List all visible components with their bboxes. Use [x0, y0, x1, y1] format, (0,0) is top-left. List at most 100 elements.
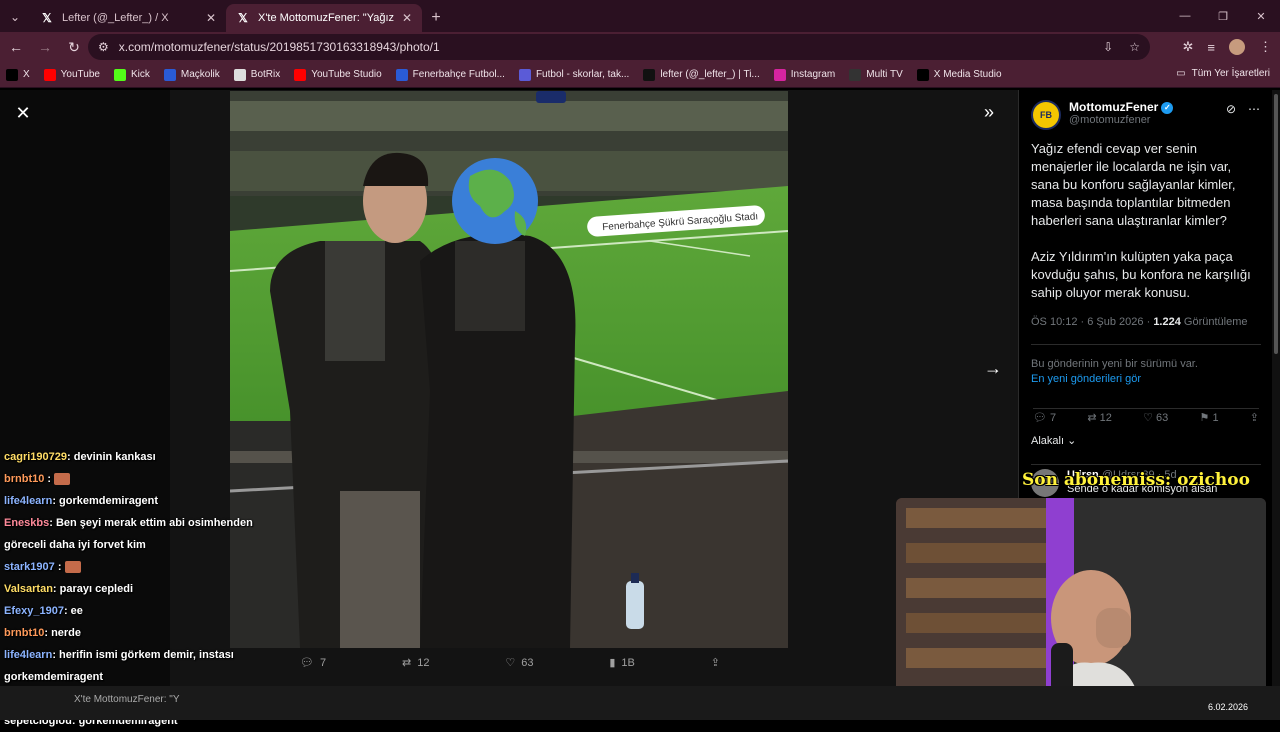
menu-icon[interactable]: ⋮ [1259, 39, 1272, 55]
bookmark-label: YouTube Studio [311, 69, 382, 80]
bookmark-item[interactable]: Multi TV [849, 68, 903, 81]
bookmark-label: X Media Studio [933, 69, 1002, 80]
x-icon: 𝕏 [42, 11, 52, 25]
reply-button[interactable]: 💬︎ 7 [1033, 411, 1056, 424]
chat-username[interactable]: brnbt10 [4, 473, 44, 485]
chevron-down-icon: ⌄ [1064, 435, 1077, 447]
tab-search-icon[interactable]: ⌄ [0, 2, 30, 32]
new-tab-button[interactable]: + [422, 4, 450, 32]
bookmark-star-icon[interactable]: ☆ [1129, 40, 1140, 54]
see-latest-link[interactable]: En yeni gönderileri gör [1031, 372, 1261, 387]
chat-message: cagri190729: devinin kankası [0, 446, 270, 468]
taskbar-window-title[interactable]: X'te MottomuzFener: "Y [74, 694, 180, 705]
stadium-photo: Fenerbahçe Şükrü Saraçoğlu Stadı [230, 91, 788, 648]
repost-icon: ⇄ [401, 657, 412, 669]
chat-username[interactable]: brnbt10 [4, 627, 44, 639]
install-icon[interactable]: ⇩ [1103, 40, 1113, 54]
scrollbar[interactable] [1272, 90, 1280, 686]
reply-button[interactable]: 💬︎ 7 [300, 656, 327, 670]
chat-message: life4learn: gorkemdemiragent [0, 490, 270, 512]
forward-button[interactable]: → [32, 34, 58, 60]
expand-panel-icon[interactable]: » [984, 102, 994, 123]
bookmark-item[interactable]: YouTube [43, 68, 100, 81]
more-options-icon[interactable]: ⋯ [1248, 102, 1260, 116]
close-viewer-button[interactable]: ✕ [12, 102, 34, 124]
reload-button[interactable]: ↻ [61, 34, 87, 60]
close-tab-icon[interactable]: ✕ [206, 11, 216, 25]
repost-button[interactable]: ⇄ 12 [1087, 411, 1112, 424]
chat-text: : nerde [44, 627, 82, 639]
tab-mottomuzfener[interactable]: 𝕏 X'te MottomuzFener: "Yağız efe ✕ [226, 4, 422, 32]
chat-username[interactable]: life4learn [4, 495, 52, 507]
bookmark-item[interactable]: Kick [113, 68, 150, 81]
post-views: 1.224 [1153, 316, 1181, 328]
bookmark-label: YouTube [60, 69, 100, 80]
chat-message: brnbt10 : [0, 468, 270, 490]
like-button[interactable]: ♡ 63 [505, 656, 533, 670]
minimize-button[interactable]: — [1166, 0, 1204, 32]
maximize-button[interactable]: ❐ [1204, 0, 1242, 32]
author-name[interactable]: MottomuzFener ✓ [1069, 100, 1174, 114]
bookmark-button[interactable]: ⚑ 1 [1200, 411, 1219, 424]
bookmark-label: Instagram [790, 69, 836, 80]
share-button[interactable]: ⇪ [1250, 411, 1259, 424]
bookmark-item[interactable]: Maçkolik [163, 68, 220, 81]
bookmark-item[interactable]: X Media Studio [916, 68, 1002, 81]
repost-button[interactable]: ⇄ 12 [401, 656, 429, 670]
youtube-studio-icon [294, 68, 307, 81]
media-icon[interactable]: ≡ [1207, 40, 1215, 55]
chat-text: : devinin kankası [67, 451, 156, 463]
reply-count: 7 [1050, 412, 1057, 424]
bookmark-item[interactable]: Futbol - skorlar, tak... [518, 68, 630, 81]
bookmark-item[interactable]: Fenerbahçe Futbol... [395, 68, 505, 81]
chat-username[interactable]: stark1907 [4, 561, 55, 573]
botrix-icon [233, 68, 246, 81]
bookmark-item[interactable]: lefter (@_lefter_) | Ti... [643, 68, 760, 81]
views-button[interactable]: ▮ 1B [609, 656, 635, 670]
chat-username[interactable]: Valsartan [4, 583, 53, 595]
bookmark-label: BotRix [250, 69, 281, 80]
verified-icon: ✓ [1161, 101, 1174, 114]
scrollbar-thumb[interactable] [1274, 94, 1278, 354]
tab-lefter[interactable]: 𝕏 Lefter (@_Lefter_) / X ✕ [30, 4, 226, 32]
grok-icon[interactable]: ⊘ [1226, 102, 1236, 116]
close-window-button[interactable]: ✕ [1242, 0, 1280, 32]
next-photo-button[interactable]: → [984, 358, 1002, 379]
tiktok-icon [643, 68, 656, 81]
reply-item[interactable]: Udrsn @Udrsn39 · 5d Sende o kadar komisy… [1031, 464, 1261, 497]
author-avatar[interactable]: FB [1031, 100, 1061, 130]
extensions-icon[interactable]: ✲ [1183, 39, 1194, 55]
chat-username[interactable]: life4learn [4, 649, 52, 661]
emote-icon [64, 561, 81, 574]
all-bookmarks-folder[interactable]: ▭ Tüm Yer İşaretleri [1176, 68, 1270, 79]
author-handle[interactable]: @motomuzfener [1069, 114, 1173, 126]
author-name-text: MottomuzFener [1069, 100, 1159, 114]
bookmark-item[interactable]: Instagram [773, 68, 836, 81]
bookmark-item[interactable]: X [6, 68, 30, 81]
x-icon [916, 68, 929, 81]
like-button[interactable]: ♡ 63 [1143, 411, 1168, 424]
reply-count: 7 [319, 656, 327, 669]
last-subscriber-overlay: Son abonemiss: ozichoo [1022, 470, 1250, 490]
chat-username[interactable]: Efexy_1907 [4, 605, 64, 617]
chat-message: life4learn: herifin ismi görkem demir, i… [0, 644, 270, 688]
tab-title: Lefter (@_Lefter_) / X [62, 12, 169, 24]
bookmark-item[interactable]: BotRix [233, 68, 281, 81]
post-text: Yağız efendi cevap ver senin menajerler … [1031, 140, 1261, 320]
post-photo[interactable]: Fenerbahçe Şükrü Saraçoğlu Stadı [230, 91, 788, 648]
share-button[interactable]: ⇪ [711, 656, 720, 669]
bookmark-item[interactable]: YouTube Studio [294, 68, 382, 81]
chat-username[interactable]: cagri190729 [4, 451, 67, 463]
chat-username[interactable]: Eneskbs [4, 517, 49, 529]
bookmark-label: Futbol - skorlar, tak... [535, 69, 630, 80]
tab-title: X'te MottomuzFener: "Yağız efe [258, 12, 394, 24]
profile-avatar[interactable] [1229, 39, 1245, 55]
bookmark-label: Multi TV [866, 69, 903, 80]
address-bar[interactable]: ⚙ x.com/motomuzfener/status/201985173016… [88, 34, 1150, 60]
sort-relevant-dropdown[interactable]: Alakalı ⌄ [1031, 434, 1076, 447]
post-paragraph-1: Yağız efendi cevap ver senin menajerler … [1031, 141, 1236, 228]
close-tab-icon[interactable]: ✕ [402, 11, 412, 25]
back-button[interactable]: ← [3, 34, 29, 60]
site-info-icon[interactable]: ⚙ [98, 40, 109, 54]
post-time[interactable]: ÖS 10:12 · 6 Şub 2026 · [1031, 316, 1153, 328]
